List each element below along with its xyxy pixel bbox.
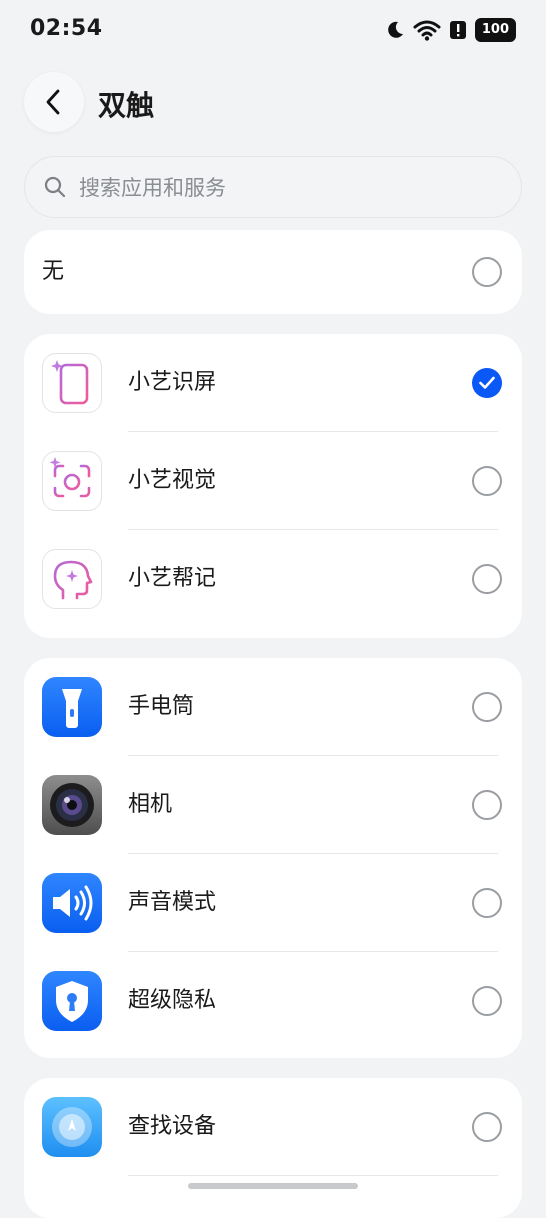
search-placeholder: 搜索应用和服务 bbox=[79, 176, 226, 200]
search-bar[interactable]: 搜索应用和服务 bbox=[24, 156, 522, 218]
none-option-card: 无 bbox=[24, 230, 522, 314]
option-radio[interactable] bbox=[472, 790, 502, 820]
option-radio[interactable] bbox=[472, 564, 502, 594]
back-button[interactable] bbox=[24, 72, 84, 132]
option-label: 查找设备 bbox=[128, 1114, 217, 1139]
xiaoyi-vision-icon bbox=[42, 451, 102, 511]
page-title: 双触 bbox=[98, 89, 155, 122]
option-label: 小艺视觉 bbox=[128, 468, 217, 493]
option-label: 超级隐私 bbox=[128, 988, 217, 1013]
home-indicator[interactable] bbox=[188, 1183, 358, 1189]
battery-indicator: 100 bbox=[474, 18, 516, 42]
chevron-left-icon bbox=[46, 89, 60, 115]
option-radio[interactable] bbox=[472, 888, 502, 918]
status-bar: 02:54 100 bbox=[0, 0, 546, 60]
ai-services-card: 小艺识屏 小艺视觉 小艺帮记 bbox=[24, 334, 522, 638]
option-radio-selected[interactable] bbox=[472, 368, 502, 398]
moon-icon bbox=[388, 21, 403, 38]
divider bbox=[128, 1175, 498, 1176]
option-radio[interactable] bbox=[472, 466, 502, 496]
option-none-radio[interactable] bbox=[472, 257, 502, 287]
option-sound-mode[interactable]: 声音模式 bbox=[24, 854, 522, 952]
option-label: 小艺帮记 bbox=[128, 566, 217, 591]
option-super-privacy[interactable]: 超级隐私 bbox=[24, 952, 522, 1050]
find-device-icon bbox=[42, 1097, 102, 1157]
option-xiaoyi-vision[interactable]: 小艺视觉 bbox=[24, 432, 522, 530]
option-radio[interactable] bbox=[472, 692, 502, 722]
wifi-icon bbox=[413, 20, 441, 41]
option-xiaoyi-screen[interactable]: 小艺识屏 bbox=[24, 334, 522, 432]
sound-mode-icon bbox=[42, 873, 102, 933]
search-icon bbox=[44, 176, 66, 198]
option-xiaoyi-memo[interactable]: 小艺帮记 bbox=[24, 530, 522, 628]
option-label: 小艺识屏 bbox=[128, 370, 217, 395]
tools-card: 手电筒 相机 声音模式 超级隐私 bbox=[24, 658, 522, 1058]
check-icon bbox=[479, 376, 495, 389]
xiaoyi-screen-icon bbox=[42, 353, 102, 413]
option-label: 相机 bbox=[128, 792, 173, 817]
privacy-shield-icon bbox=[42, 971, 102, 1031]
status-icons: 100 bbox=[385, 18, 516, 42]
camera-icon bbox=[42, 775, 102, 835]
flashlight-icon bbox=[42, 677, 102, 737]
option-flashlight[interactable]: 手电筒 bbox=[24, 658, 522, 756]
option-radio[interactable] bbox=[472, 1112, 502, 1142]
option-label: 声音模式 bbox=[128, 890, 217, 915]
status-time: 02:54 bbox=[30, 16, 103, 41]
option-radio[interactable] bbox=[472, 986, 502, 1016]
option-none-label: 无 bbox=[42, 259, 65, 284]
alert-icon bbox=[449, 21, 466, 39]
services-card: 查找设备 bbox=[24, 1078, 522, 1218]
option-camera[interactable]: 相机 bbox=[24, 756, 522, 854]
option-find-device[interactable]: 查找设备 bbox=[24, 1078, 522, 1176]
xiaoyi-memo-icon bbox=[42, 549, 102, 609]
option-none[interactable]: 无 bbox=[24, 230, 522, 314]
option-label: 手电筒 bbox=[128, 694, 195, 719]
